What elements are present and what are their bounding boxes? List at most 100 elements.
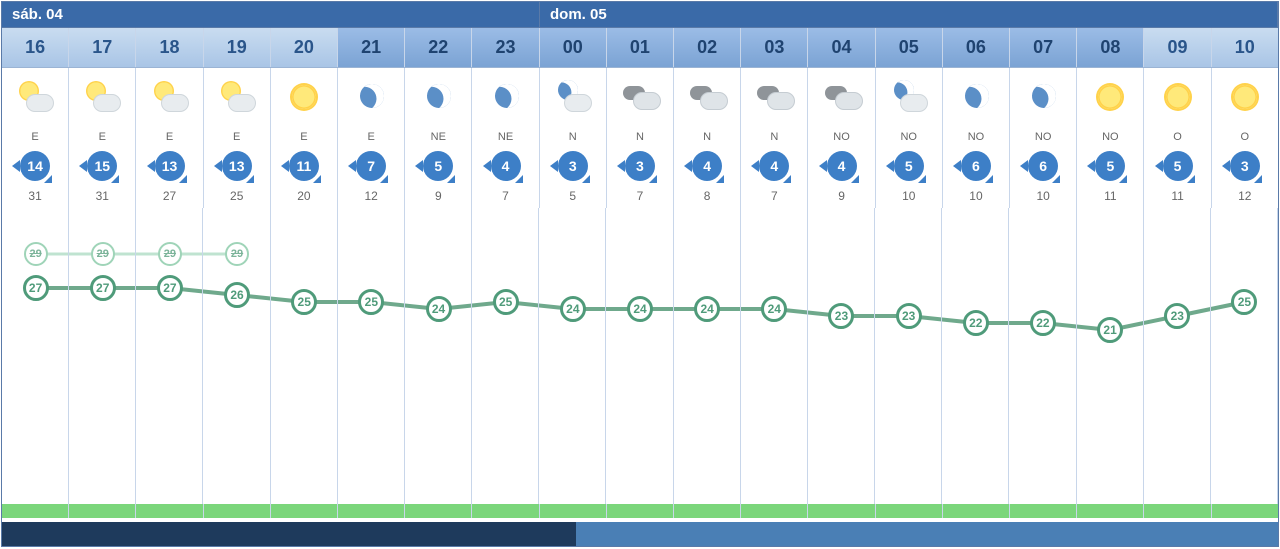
weather-icon-cell xyxy=(271,68,338,126)
wind-dir: NO xyxy=(876,126,943,148)
chart-column xyxy=(1009,208,1076,508)
hour-cell[interactable]: 09 xyxy=(1144,28,1211,67)
clouds-icon xyxy=(821,76,863,118)
weather-icon-cell xyxy=(808,68,875,126)
hour-cell[interactable]: 06 xyxy=(943,28,1010,67)
hour-cell[interactable]: 00 xyxy=(540,28,607,67)
precip-cell xyxy=(808,504,875,518)
precip-cell xyxy=(405,504,472,518)
wind-speed-badge: 5 xyxy=(1095,151,1125,181)
hour-cell[interactable]: 10 xyxy=(1212,28,1278,67)
hour-cell[interactable]: 17 xyxy=(69,28,136,67)
precip-cell xyxy=(1077,504,1144,518)
wind-speed-cell: 3 xyxy=(1212,148,1278,184)
temperature-point: 24 xyxy=(694,296,720,322)
wind-gust: 10 xyxy=(943,184,1010,208)
temperature-chart: 2927292729272926252524252424242423232222… xyxy=(2,208,1278,508)
hour-cell[interactable]: 20 xyxy=(271,28,338,67)
wind-gust: 31 xyxy=(69,184,136,208)
hour-row: 16171819202122230001020304050607080910 xyxy=(2,28,1278,68)
weather-icon-cell xyxy=(69,68,136,126)
hour-cell[interactable]: 18 xyxy=(136,28,203,67)
hour-cell[interactable]: 05 xyxy=(876,28,943,67)
precip-cell xyxy=(136,504,203,518)
wind-speed-row: 141513131175433444566553 xyxy=(2,148,1278,184)
scroll-remainder xyxy=(576,522,1278,546)
chart-column xyxy=(942,208,1009,508)
precip-cell xyxy=(943,504,1010,518)
weather-icon-cell xyxy=(1077,68,1144,126)
weather-icon-cell xyxy=(1010,68,1077,126)
wind-speed-badge: 3 xyxy=(558,151,588,181)
wind-dir: NE xyxy=(472,126,539,148)
feels-like-point: 29 xyxy=(91,242,115,266)
wind-speed-cell: 4 xyxy=(741,148,808,184)
wind-speed-badge: 3 xyxy=(625,151,655,181)
wind-dir: NO xyxy=(943,126,1010,148)
feels-like-point: 29 xyxy=(24,242,48,266)
wind-gust: 11 xyxy=(1077,184,1144,208)
forecast-panel: sáb. 04 dom. 05 161718192021222300010203… xyxy=(1,1,1279,547)
weather-icon-cell xyxy=(943,68,1010,126)
moon-icon xyxy=(955,76,997,118)
hour-cell[interactable]: 08 xyxy=(1077,28,1144,67)
wind-gust: 12 xyxy=(1212,184,1278,208)
wind-speed-cell: 5 xyxy=(1077,148,1144,184)
chart-column xyxy=(338,208,405,508)
wind-dir: NE xyxy=(405,126,472,148)
wind-speed-badge: 4 xyxy=(827,151,857,181)
moon-icon xyxy=(350,76,392,118)
temperature-point: 24 xyxy=(426,296,452,322)
wind-dir: E xyxy=(69,126,136,148)
hour-cell[interactable]: 23 xyxy=(472,28,539,67)
wind-dir: NO xyxy=(1077,126,1144,148)
moon-cloud-icon xyxy=(552,76,594,118)
temperature-point: 27 xyxy=(23,275,49,301)
weather-icon-cell xyxy=(1144,68,1211,126)
wind-gust: 9 xyxy=(808,184,875,208)
wind-speed-badge: 15 xyxy=(87,151,117,181)
chart-column xyxy=(271,208,338,508)
precip-cell xyxy=(607,504,674,518)
hour-cell[interactable]: 16 xyxy=(2,28,69,67)
moon-icon xyxy=(417,76,459,118)
sun-only-icon xyxy=(1224,76,1266,118)
wind-dir: N xyxy=(540,126,607,148)
precip-cell xyxy=(876,504,943,518)
hour-cell[interactable]: 03 xyxy=(741,28,808,67)
precip-cell xyxy=(271,504,338,518)
precip-cell xyxy=(674,504,741,518)
hour-cell[interactable]: 07 xyxy=(1010,28,1077,67)
wind-gust: 8 xyxy=(674,184,741,208)
weather-icon-cell xyxy=(876,68,943,126)
sun-only-icon xyxy=(1089,76,1131,118)
hour-cell[interactable]: 01 xyxy=(607,28,674,67)
wind-gust: 5 xyxy=(540,184,607,208)
wind-speed-cell: 14 xyxy=(2,148,69,184)
hour-cell[interactable]: 19 xyxy=(204,28,271,67)
wind-speed-cell: 13 xyxy=(204,148,271,184)
sun-only-icon xyxy=(283,76,325,118)
feels-like-point: 29 xyxy=(158,242,182,266)
wind-gust: 10 xyxy=(1010,184,1077,208)
wind-speed-badge: 11 xyxy=(289,151,319,181)
weather-icon-cell xyxy=(2,68,69,126)
hour-cell[interactable]: 04 xyxy=(808,28,875,67)
wind-speed-cell: 5 xyxy=(405,148,472,184)
scroll-thumb[interactable] xyxy=(2,522,576,546)
hour-cell[interactable]: 02 xyxy=(674,28,741,67)
temperature-point: 23 xyxy=(896,303,922,329)
wind-gust: 25 xyxy=(204,184,271,208)
weather-icon-cell xyxy=(741,68,808,126)
hour-cell[interactable]: 22 xyxy=(405,28,472,67)
temperature-point: 22 xyxy=(963,310,989,336)
wind-gust: 7 xyxy=(607,184,674,208)
temperature-point: 24 xyxy=(761,296,787,322)
wind-speed-badge: 13 xyxy=(222,151,252,181)
wind-speed-cell: 13 xyxy=(136,148,203,184)
hour-cell[interactable]: 21 xyxy=(338,28,405,67)
weather-icon-cell xyxy=(607,68,674,126)
wind-speed-badge: 4 xyxy=(759,151,789,181)
weather-icon-row xyxy=(2,68,1278,126)
scroll-track[interactable] xyxy=(2,522,1278,546)
